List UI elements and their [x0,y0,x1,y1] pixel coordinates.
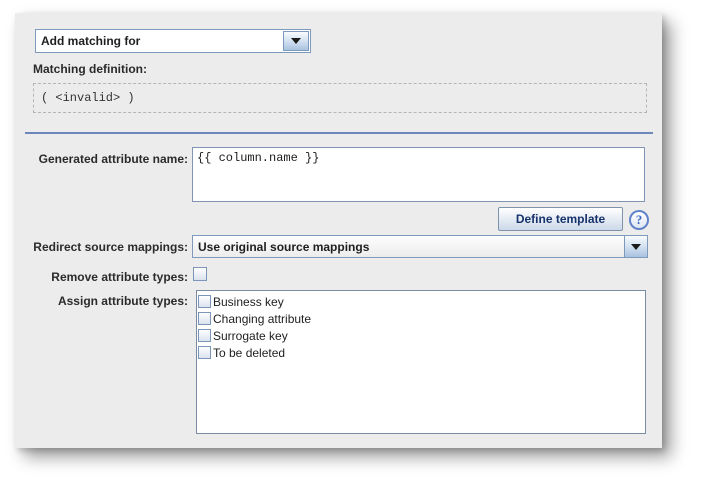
list-item[interactable]: Changing attribute [198,310,645,327]
section-separator [25,132,653,134]
define-template-button[interactable]: Define template [498,207,623,231]
remove-attribute-types-label: Remove attribute types: [33,270,188,284]
remove-attribute-types-checkbox[interactable] [193,267,207,281]
redirect-source-mappings-combobox[interactable]: Use original source mappings [192,235,648,258]
matching-definition-box: ( <invalid> ) [33,83,647,113]
add-matching-combobox-value: Add matching for [36,30,282,52]
help-icon[interactable]: ? [629,210,649,230]
item-checkbox[interactable] [198,346,211,359]
list-item[interactable]: To be deleted [198,344,645,361]
item-label: Surrogate key [213,329,288,343]
assign-attribute-types-list: Business key Changing attribute Surrogat… [196,290,646,434]
list-item[interactable]: Surrogate key [198,327,645,344]
matching-definition-value: ( <invalid> ) [41,91,135,105]
dialog-panel: Add matching for Matching definition: ( … [15,13,662,448]
item-label: To be deleted [213,346,285,360]
combo-dropdown-arrow-button[interactable] [624,236,647,257]
item-checkbox[interactable] [198,295,211,308]
assign-attribute-types-label: Assign attribute types: [33,294,188,308]
matching-definition-label: Matching definition: [33,62,147,76]
generated-attribute-name-input[interactable]: {{ column.name }} [192,147,645,202]
item-label: Business key [213,295,284,309]
generated-attribute-name-label: Generated attribute name: [33,152,188,166]
item-checkbox[interactable] [198,312,211,325]
item-label: Changing attribute [213,312,311,326]
redirect-source-mappings-label: Redirect source mappings: [33,240,188,254]
generated-attribute-name-value: {{ column.name }} [193,148,644,168]
list-item[interactable]: Business key [198,293,645,310]
chevron-down-icon [631,244,641,250]
combo-dropdown-arrow-button[interactable] [283,31,309,51]
chevron-down-icon [291,38,301,44]
redirect-source-mappings-value: Use original source mappings [193,236,624,257]
add-matching-combobox[interactable]: Add matching for [35,29,311,53]
item-checkbox[interactable] [198,329,211,342]
